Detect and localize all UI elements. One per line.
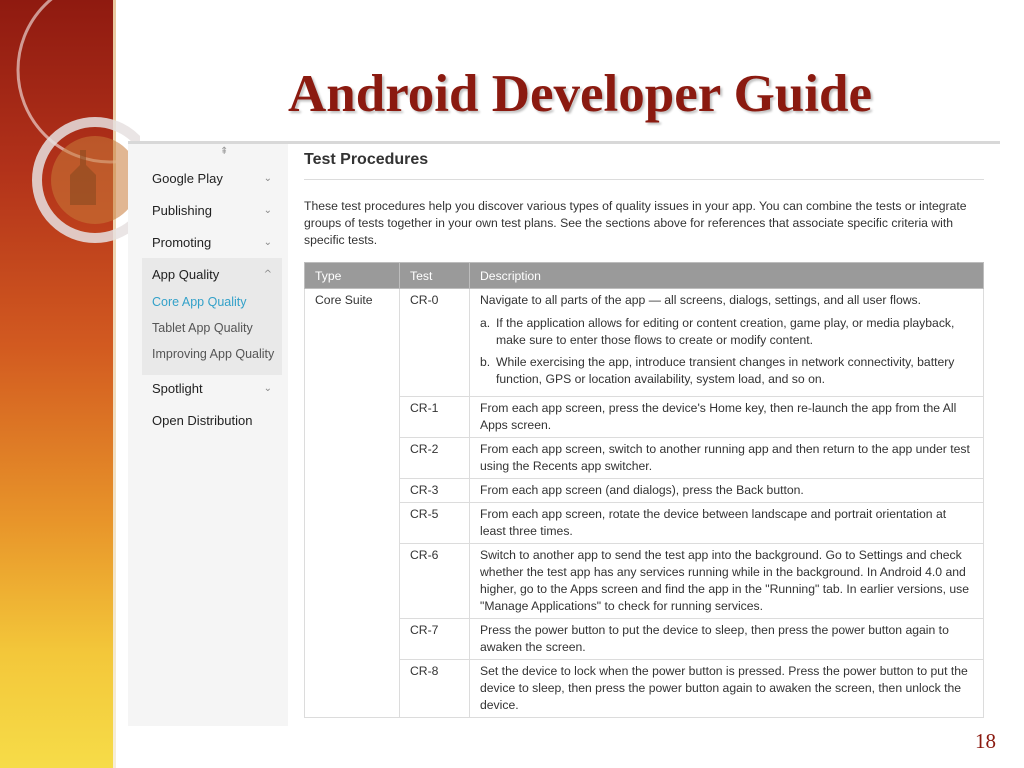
description-cell: Navigate to all parts of the app — all s… bbox=[469, 288, 984, 397]
screenshot-panel: ⇞ Google Play ⌄ Publishing ⌄ Promoting ⌄… bbox=[128, 144, 998, 726]
description-text: Switch to another app to send the test a… bbox=[480, 548, 970, 613]
list-item: b. While exercising the app, introduce tr… bbox=[480, 354, 975, 388]
collapse-icon[interactable]: ⇞ bbox=[220, 146, 228, 157]
table-row: CR-6 Switch to another app to send the te… bbox=[305, 543, 984, 619]
sidebar-item-spotlight[interactable]: Spotlight ⌄ bbox=[142, 372, 282, 404]
list-item-text: If the application allows for editing or… bbox=[496, 316, 955, 347]
sidebar-subitem-tablet-app-quality[interactable]: Tablet App Quality bbox=[152, 321, 253, 335]
description-cell: Press the power button to put the device… bbox=[469, 618, 984, 660]
chevron-up-icon: ^ bbox=[263, 268, 272, 280]
sidebar-item-label: Open Distribution bbox=[152, 412, 253, 428]
test-id-cell: CR-8 bbox=[399, 659, 470, 718]
test-id-cell: CR-0 bbox=[399, 288, 470, 397]
sidebar-subitem-core-app-quality[interactable]: Core App Quality bbox=[152, 295, 247, 309]
table-body: Core Suite CR-0 Navigate to all parts of t… bbox=[304, 288, 984, 718]
chevron-down-icon: ⌄ bbox=[263, 382, 272, 394]
sidebar-subitem-improving-app-quality[interactable]: Improving App Quality bbox=[152, 347, 274, 361]
section-divider bbox=[304, 179, 984, 180]
description-cell: From each app screen, press the device's… bbox=[469, 396, 984, 438]
description-text: From each app screen (and dialogs), pres… bbox=[480, 483, 804, 497]
list-item: a. If the application allows for editing … bbox=[480, 315, 975, 349]
column-header-type: Type bbox=[304, 262, 400, 289]
sidebar-item-label: App Quality bbox=[152, 266, 220, 282]
description-text: Press the power button to put the device… bbox=[480, 623, 949, 654]
test-id-cell: CR-6 bbox=[399, 543, 470, 619]
table-header-row: Type Test Description bbox=[304, 262, 984, 289]
chevron-down-icon: ⌄ bbox=[263, 172, 272, 184]
sidebar-item-promoting[interactable]: Promoting ⌄ bbox=[142, 226, 282, 258]
description-cell: From each app screen, switch to another … bbox=[469, 437, 984, 479]
description-text: Navigate to all parts of the app — all s… bbox=[480, 293, 922, 307]
sidebar-item-open-distribution[interactable]: Open Distribution bbox=[142, 404, 282, 436]
sidebar-item-google-play[interactable]: Google Play ⌄ bbox=[142, 162, 282, 194]
table-row: Core Suite CR-0 Navigate to all parts of t… bbox=[304, 288, 984, 718]
section-title: Test Procedures bbox=[304, 151, 429, 168]
decorative-rings bbox=[16, 0, 140, 243]
sidebar-group-app-quality: App Quality ^ Core App Quality Tablet Ap… bbox=[142, 258, 282, 375]
test-id-cell: CR-3 bbox=[399, 478, 470, 503]
column-header-test: Test bbox=[399, 262, 470, 289]
description-cell: From each app screen (and dialogs), pres… bbox=[469, 478, 984, 503]
chevron-down-icon: ⌄ bbox=[263, 204, 272, 216]
description-cell: Set the device to lock when the power bu… bbox=[469, 659, 984, 718]
list-item-text: While exercising the app, introduce tran… bbox=[496, 355, 955, 386]
description-text: From each app screen, rotate the device … bbox=[480, 507, 947, 538]
slide-number: 18 bbox=[975, 729, 996, 753]
sidebar-item-label: Publishing bbox=[152, 202, 212, 218]
chevron-down-icon: ⌄ bbox=[263, 236, 272, 248]
column-header-description: Description bbox=[469, 262, 984, 289]
sidebar-item-publishing[interactable]: Publishing ⌄ bbox=[142, 194, 282, 226]
table-row: CR-2 From each app screen, switch to anot… bbox=[305, 437, 984, 479]
main-content: Test Procedures These test procedures he… bbox=[304, 144, 998, 726]
slide-title: Android Developer Guide bbox=[287, 65, 873, 123]
test-id-cell: CR-2 bbox=[399, 437, 470, 479]
test-id-cell: CR-7 bbox=[399, 618, 470, 660]
sidebar-nav: ⇞ Google Play ⌄ Publishing ⌄ Promoting ⌄… bbox=[128, 144, 288, 726]
list-marker: a. bbox=[480, 316, 491, 330]
description-text: From each app screen, press the device's… bbox=[480, 401, 957, 432]
table-row: CR-3 From each app screen (and dialogs), … bbox=[305, 478, 984, 503]
sidebar-item-label: Google Play bbox=[152, 170, 223, 186]
description-cell: Switch to another app to send the test a… bbox=[469, 543, 984, 619]
description-text: From each app screen, switch to another … bbox=[480, 442, 970, 473]
intro-paragraph: These test procedures help you discover … bbox=[304, 199, 967, 247]
table-row: CR-8 Set the device to lock when the powe… bbox=[305, 659, 984, 718]
description-text: Set the device to lock when the power bu… bbox=[480, 664, 968, 712]
sidebar-item-label: Promoting bbox=[152, 234, 212, 250]
test-procedures-table: Type Test Description Core Suite CR-0 Navi… bbox=[304, 262, 984, 718]
table-row: CR-5 From each app screen, rotate the dev… bbox=[305, 502, 984, 544]
description-cell: From each app screen, rotate the device … bbox=[469, 502, 984, 544]
test-id-cell: CR-1 bbox=[399, 396, 470, 438]
description-sub-list: a. If the application allows for editing … bbox=[480, 315, 975, 388]
table-row: CR-1 From each app screen, press the devi… bbox=[305, 396, 984, 438]
test-id-cell: CR-5 bbox=[399, 502, 470, 544]
list-marker: b. bbox=[480, 355, 491, 369]
table-row: CR-7 Press the power button to put the de… bbox=[305, 618, 984, 660]
type-cell: Core Suite bbox=[304, 288, 400, 718]
sidebar-item-label: Spotlight bbox=[152, 380, 203, 396]
sidebar-item-app-quality[interactable]: App Quality ^ bbox=[142, 258, 282, 290]
